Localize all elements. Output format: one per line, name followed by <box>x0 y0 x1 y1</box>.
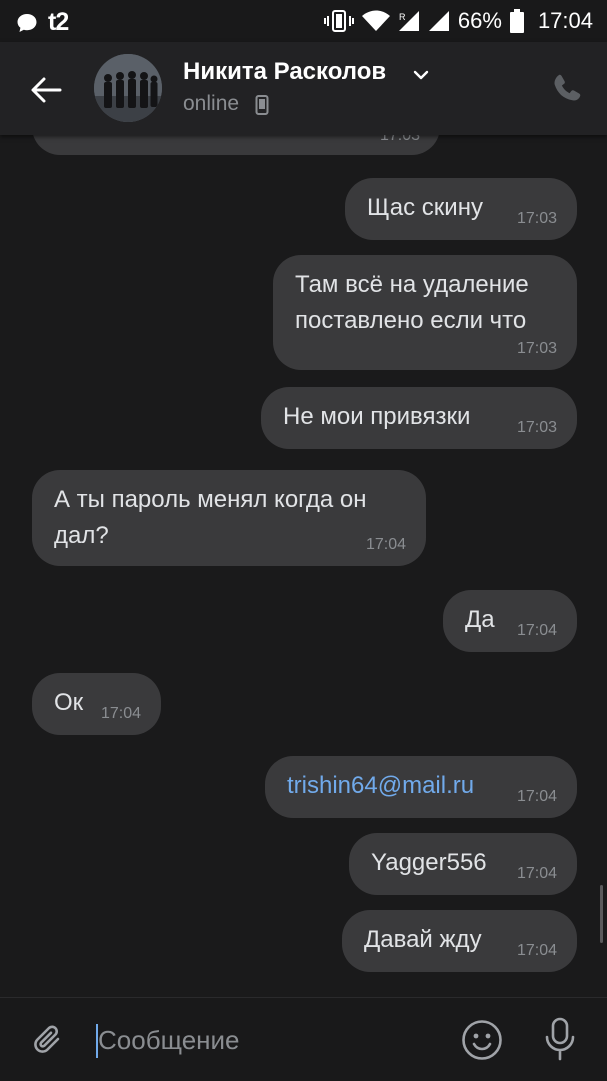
status-bar-left: t2 <box>16 8 69 37</box>
message-time: 17:04 <box>516 622 557 639</box>
message-composer <box>0 997 607 1081</box>
chevron-down-icon[interactable] <box>412 66 430 84</box>
message-bubble-outgoing[interactable]: Yagger556 17:04 <box>349 833 577 895</box>
message-time: 17:03 <box>516 210 557 227</box>
clock: 17:04 <box>537 8 593 33</box>
vibrate-icon <box>323 10 354 32</box>
message-bubble-incoming[interactable]: 17:03 <box>32 135 440 155</box>
signal-icon: R <box>398 11 419 31</box>
message-time: 17:04 <box>516 865 557 882</box>
message-text: Давай жду <box>364 926 482 953</box>
battery-icon <box>509 9 524 33</box>
message-text: А ты пароль менял когда он дал? <box>54 486 367 549</box>
battery-percent: 66% <box>457 8 502 33</box>
carrier-label: t2 <box>48 8 69 36</box>
scrollbar-thumb[interactable] <box>600 885 603 943</box>
microphone-icon[interactable] <box>542 1016 578 1062</box>
message-text: Не мои привязки <box>283 403 471 430</box>
message-time: 17:04 <box>516 942 557 959</box>
avatar-image <box>94 54 162 122</box>
message-text: Ок <box>54 689 84 716</box>
message-bubble-outgoing[interactable]: Не мои привязки 17:03 <box>261 387 577 449</box>
status-bar: t2 R 66% 17:04 <box>0 0 607 42</box>
message-bubble-outgoing[interactable]: Там всё на удаление поставлено если что … <box>273 255 577 370</box>
message-text: Да <box>465 606 495 633</box>
chat-bubble-icon <box>17 13 37 32</box>
message-bubble-outgoing[interactable]: Щас скину 17:03 <box>345 178 577 240</box>
status-bar-right: R 66% 17:04 <box>323 8 593 34</box>
message-bubble-outgoing[interactable]: Давай жду 17:04 <box>342 910 577 972</box>
chat-header: Никита Расколов online <box>0 42 607 135</box>
wifi-icon <box>361 10 390 31</box>
message-time: 17:04 <box>100 705 141 722</box>
message-list[interactable]: 17:03 Щас скину 17:03 Там всё на удалени… <box>0 135 607 997</box>
back-arrow-icon[interactable] <box>26 70 66 110</box>
smiley-icon[interactable] <box>460 1018 504 1062</box>
message-bubble-incoming[interactable]: Ок 17:04 <box>32 673 161 735</box>
message-input[interactable] <box>98 1020 448 1060</box>
contact-name[interactable]: Никита Расколов <box>183 58 386 86</box>
message-bubble-outgoing[interactable]: Да 17:04 <box>443 590 577 652</box>
contact-status: online <box>183 92 240 115</box>
paperclip-icon[interactable] <box>28 1020 68 1060</box>
svg-text:R: R <box>399 12 406 22</box>
signal-icon <box>428 11 449 31</box>
message-time: 17:03 <box>379 135 420 144</box>
message-bubble-outgoing[interactable]: trishin64@mail.ru 17:04 <box>265 756 577 818</box>
message-text: Там всё на удаление поставлено если что <box>295 271 529 334</box>
message-time: 17:03 <box>516 419 557 436</box>
mobile-phone-icon <box>255 95 269 115</box>
avatar[interactable] <box>94 54 162 122</box>
message-time: 17:03 <box>516 340 557 357</box>
email-link[interactable]: trishin64@mail.ru <box>287 768 474 804</box>
message-time: 17:04 <box>516 788 557 805</box>
call-icon[interactable] <box>550 72 584 106</box>
message-bubble-incoming[interactable]: А ты пароль менял когда он дал? 17:04 <box>32 470 426 566</box>
message-text: Yagger556 <box>371 849 487 876</box>
message-text: Щас скину <box>367 194 483 221</box>
message-time: 17:04 <box>365 536 406 553</box>
